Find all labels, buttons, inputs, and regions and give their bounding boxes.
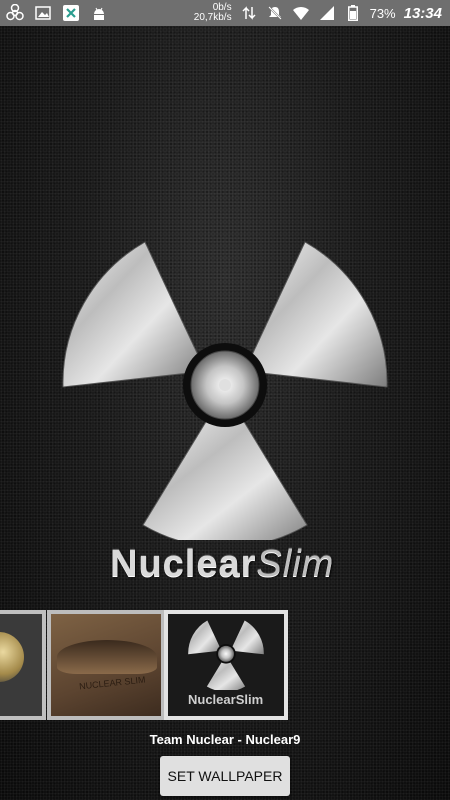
biohazard-icon [6, 4, 24, 22]
wifi-icon [292, 4, 310, 22]
wallpaper-caption: Team Nuclear - Nuclear9 [149, 732, 301, 747]
nuclear-slim-thumbnail[interactable]: NuclearSlim [164, 610, 288, 720]
radiation-icon [188, 620, 264, 690]
mute-icon [266, 4, 284, 22]
status-bar: 0b/s 20,7kb/s 73% 13:34 [0, 0, 450, 26]
nuclear-slim-thumbnail-label: NuclearSlim [188, 692, 264, 707]
leather-thumbnail-label: NUCLEAR SLIM [78, 674, 146, 692]
radiation-icon [55, 240, 395, 548]
leather-emboss-image [57, 640, 157, 674]
wallpaper-thumbnail-strip[interactable]: NUCLEAR SLIM NuclearSlim [0, 610, 450, 722]
logo-word-slim: Slim [256, 543, 335, 585]
battery-percent: 73% [369, 5, 396, 21]
network-speed: 0b/s 20,7kb/s [194, 3, 232, 23]
data-arrows-icon [240, 4, 258, 22]
wallpaper-logo-text: NuclearSlim [110, 543, 350, 587]
image-icon [34, 4, 52, 22]
x-app-icon [62, 4, 80, 22]
gold-emblem-image [0, 632, 24, 682]
download-speed: 20,7kb/s [193, 12, 232, 23]
set-wallpaper-button[interactable]: SET WALLPAPER [160, 756, 290, 796]
battery-icon [344, 4, 362, 22]
android-icon [90, 4, 108, 22]
signal-icon [318, 4, 336, 22]
clock: 13:34 [403, 4, 442, 22]
logo-word-nuclear: Nuclear [110, 543, 257, 585]
gold-theme-thumbnail[interactable] [0, 610, 46, 720]
leather-theme-thumbnail[interactable]: NUCLEAR SLIM [47, 610, 165, 720]
